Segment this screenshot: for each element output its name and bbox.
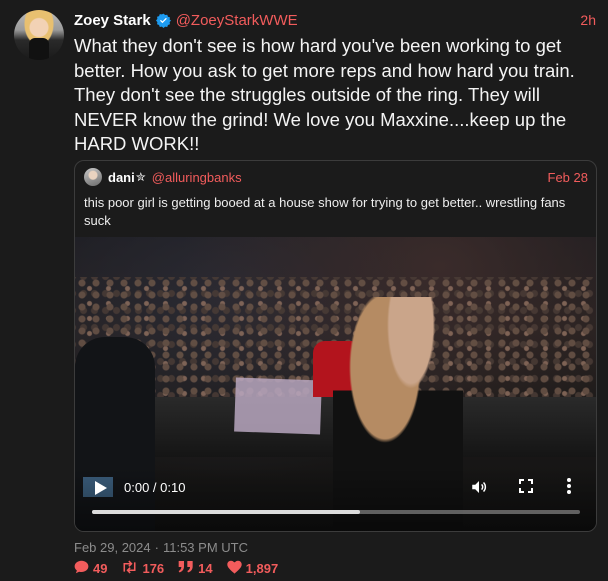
quote-author-name[interactable]: dani bbox=[108, 170, 135, 185]
quote-button[interactable]: 14 bbox=[178, 560, 213, 577]
like-count: 1,897 bbox=[245, 560, 279, 576]
video-controls bbox=[75, 467, 596, 531]
quote-count: 14 bbox=[198, 560, 213, 576]
reply-button[interactable]: 49 bbox=[74, 560, 107, 577]
retweet-icon bbox=[121, 560, 142, 577]
reply-count: 49 bbox=[93, 560, 108, 576]
engagement-bar: 49 176 14 1,897 bbox=[74, 559, 292, 577]
tweet-time[interactable]: 2h bbox=[580, 12, 596, 28]
video-frame-sign bbox=[234, 377, 322, 435]
like-button[interactable]: 1,897 bbox=[226, 560, 279, 577]
quote-icon bbox=[178, 560, 198, 577]
author-avatar[interactable] bbox=[14, 10, 64, 60]
timestamp-separator: · bbox=[154, 540, 159, 555]
quote-author-handle[interactable]: @alluringbanks bbox=[152, 170, 242, 185]
author-name[interactable]: Zoey Stark bbox=[74, 12, 151, 29]
fullscreen-icon[interactable] bbox=[519, 479, 533, 493]
quote-header: dani ✮ @alluringbanks Feb 28 bbox=[84, 168, 588, 186]
quoted-tweet[interactable]: dani ✮ @alluringbanks Feb 28 this poor g… bbox=[74, 160, 597, 532]
tweet-header: Zoey Stark @ZoeyStarkWWE 2h bbox=[74, 10, 596, 30]
tweet-date: Feb 29, 2024 bbox=[74, 540, 151, 555]
tweet-text: What they don't see is how hard you've b… bbox=[74, 35, 575, 154]
heart-icon bbox=[226, 560, 246, 577]
tweet-timestamp[interactable]: Feb 29, 2024 · 11:53 PM UTC bbox=[74, 540, 248, 555]
more-options-icon[interactable] bbox=[566, 477, 572, 495]
video-time: 0:00 / 0:10 bbox=[124, 480, 186, 495]
verified-badge-icon bbox=[155, 13, 171, 28]
tweet-clock: 11:53 PM UTC bbox=[162, 540, 248, 555]
video-player[interactable]: 0:00 / 0:10 bbox=[75, 237, 596, 531]
retweet-count: 176 bbox=[142, 560, 165, 576]
author-handle[interactable]: @ZoeyStarkWWE bbox=[176, 12, 298, 29]
volume-icon[interactable] bbox=[470, 478, 488, 496]
quote-time[interactable]: Feb 28 bbox=[548, 170, 588, 185]
star-icon: ✮ bbox=[135, 170, 146, 184]
quote-text: this poor girl is getting booed at a hou… bbox=[84, 195, 566, 228]
quote-author-avatar[interactable] bbox=[84, 168, 102, 186]
play-icon[interactable] bbox=[95, 481, 107, 495]
video-progress-fill bbox=[92, 510, 361, 514]
retweet-button[interactable]: 176 bbox=[121, 560, 164, 577]
video-progress-bar[interactable] bbox=[92, 510, 580, 514]
reply-icon bbox=[74, 560, 93, 577]
